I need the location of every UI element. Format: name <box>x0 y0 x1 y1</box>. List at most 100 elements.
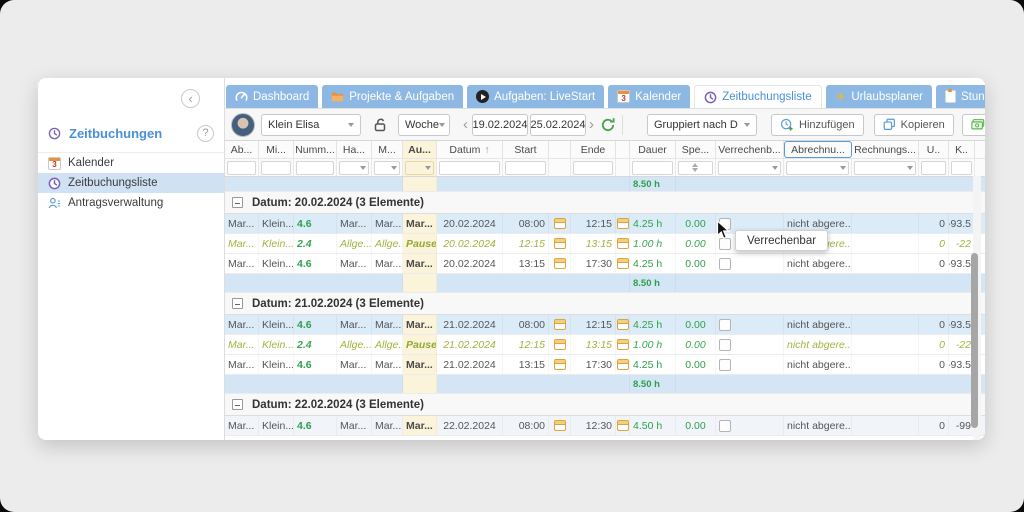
cell-ab[interactable]: Mar... <box>225 335 259 354</box>
cell-spe[interactable]: 0.00 <box>676 234 716 253</box>
cell-datum[interactable]: 21.02.2024 <box>437 315 503 334</box>
cell-rechnungs[interactable] <box>852 315 919 334</box>
cell-au[interactable]: Mar... <box>403 355 437 374</box>
cell-datum[interactable]: 20.02.2024 <box>437 234 503 253</box>
cell-ha[interactable]: Mar... <box>337 315 372 334</box>
cell-ab[interactable]: Mar... <box>225 315 259 334</box>
group-header-row[interactable]: Datum: 21.02.2024 (3 Elemente) <box>225 293 985 315</box>
cell-datum[interactable]: 20.02.2024 <box>437 254 503 273</box>
cell-m[interactable]: Mar... <box>372 214 403 233</box>
cell-calendar[interactable] <box>616 315 630 334</box>
cell-calendar[interactable] <box>616 234 630 253</box>
calendar-icon[interactable] <box>554 218 566 229</box>
copy-button[interactable]: Kopieren <box>874 114 954 136</box>
cell-abrechnung[interactable]: nicht abgere... <box>784 355 852 374</box>
cell-calendar[interactable] <box>549 234 571 253</box>
collapse-group-icon[interactable] <box>232 399 243 410</box>
cell-calendar[interactable] <box>616 416 630 435</box>
cell-au[interactable]: Mar... <box>403 214 437 233</box>
cell-rechnungs[interactable] <box>852 416 919 435</box>
cell-ende[interactable]: 17:30 <box>571 254 616 273</box>
column-header-abrechnung[interactable]: Abrechnu... <box>784 141 852 158</box>
cell-m[interactable]: Allge... <box>372 234 403 253</box>
cell-ende[interactable]: 12:30 <box>571 416 616 435</box>
column-header-ende-picker[interactable] <box>616 141 630 158</box>
calendar-icon[interactable] <box>617 258 629 269</box>
column-header-dauer[interactable]: Dauer <box>630 141 676 158</box>
calendar-icon[interactable] <box>617 319 629 330</box>
calendar-icon[interactable] <box>617 359 629 370</box>
filter-select-ha[interactable] <box>339 161 369 175</box>
filter-select-au[interactable] <box>405 161 434 175</box>
sidebar-item-kalender[interactable]: 3 Kalender <box>38 153 224 173</box>
cell-verrechenbar[interactable] <box>716 416 784 435</box>
tab-aufgaben-livestart[interactable]: Aufgaben: LiveStart <box>467 85 604 108</box>
cell-mi[interactable]: Klein... <box>259 335 294 354</box>
column-header-datum[interactable]: Datum ↑ <box>437 141 503 158</box>
cell-au[interactable]: Mar... <box>403 416 437 435</box>
cell-verrechenbar[interactable] <box>716 315 784 334</box>
cell-ab[interactable]: Mar... <box>225 214 259 233</box>
cell-calendar[interactable] <box>549 254 571 273</box>
cell-abrechnung[interactable]: nicht abgere... <box>784 254 852 273</box>
cell-ha[interactable]: Mar... <box>337 416 372 435</box>
table-row[interactable]: Mar...Klein...2.4Allge...Allge...Pause21… <box>225 335 985 355</box>
cell-start[interactable]: 08:00 <box>503 416 549 435</box>
invoice-button[interactable]: Fakturieren <box>962 114 985 136</box>
cell-datum[interactable]: 21.02.2024 <box>437 355 503 374</box>
cell-spe[interactable]: 0.00 <box>676 416 716 435</box>
cell-calendar[interactable] <box>549 214 571 233</box>
tab-stundenabrechnung[interactable]: Stundenabrechn <box>936 85 985 108</box>
cell-calendar[interactable] <box>549 416 571 435</box>
user-select[interactable]: Klein Elisa <box>261 114 361 136</box>
column-header-nummer[interactable]: Numm... <box>294 141 337 158</box>
unlock-icon[interactable] <box>372 117 388 133</box>
calendar-icon[interactable] <box>554 319 566 330</box>
column-header-spesen[interactable]: Spe... <box>676 141 716 158</box>
filter-input-dauer[interactable] <box>632 161 673 175</box>
date-to-field[interactable]: 25.02.2024 <box>530 114 586 136</box>
add-button[interactable]: Hinzufügen <box>771 114 864 136</box>
cell-dauer[interactable]: 4.25 h <box>630 214 676 233</box>
column-header-ende[interactable]: Ende <box>571 141 616 158</box>
cell-ha[interactable]: Mar... <box>337 214 372 233</box>
group-header-row[interactable]: Datum: 20.02.2024 (3 Elemente) <box>225 192 985 214</box>
cell-start[interactable]: 12:15 <box>503 335 549 354</box>
cell-ab[interactable]: Mar... <box>225 355 259 374</box>
tab-zeitbuchungsliste[interactable]: Zeitbuchungsliste <box>694 85 822 108</box>
column-header-rechnungs[interactable]: Rechnungs... <box>852 141 919 158</box>
cell-dauer[interactable]: 4.50 h <box>630 416 676 435</box>
table-row[interactable]: Mar...Klein...4.6Mar...Mar...Mar...21.02… <box>225 355 985 375</box>
user-avatar[interactable] <box>231 113 255 137</box>
table-row[interactable]: Mar...Klein...4.6Mar...Mar...Mar...21.02… <box>225 315 985 335</box>
filter-input-datum[interactable] <box>439 161 500 175</box>
cell-mi[interactable]: Klein... <box>259 214 294 233</box>
table-row[interactable]: Mar...Klein...4.6Mar...Mar...Mar...20.02… <box>225 254 985 274</box>
calendar-icon[interactable] <box>617 238 629 249</box>
column-header-u[interactable]: U.. <box>919 141 949 158</box>
column-header-ha[interactable]: Ha... <box>337 141 372 158</box>
cell-rechnungs[interactable] <box>852 214 919 233</box>
cell-au[interactable]: Pause <box>403 234 437 253</box>
period-select[interactable]: Woche <box>398 114 450 136</box>
cell-ab[interactable]: Mar... <box>225 416 259 435</box>
prev-week-button[interactable]: ‹ <box>461 115 470 135</box>
cell-numm[interactable]: 4.6 <box>294 315 337 334</box>
cell-mi[interactable]: Klein... <box>259 315 294 334</box>
verrechenbar-checkbox[interactable] <box>719 420 731 432</box>
collapse-group-icon[interactable] <box>232 197 243 208</box>
cell-u[interactable]: 0 <box>919 234 949 253</box>
group-header-row[interactable]: Datum: 22.02.2024 (3 Elemente) <box>225 394 985 416</box>
cell-k[interactable]: -93.5 <box>949 214 975 233</box>
collapse-group-icon[interactable] <box>232 298 243 309</box>
cell-mi[interactable]: Klein... <box>259 355 294 374</box>
cell-datum[interactable]: 21.02.2024 <box>437 335 503 354</box>
cell-rechnungs[interactable] <box>852 234 919 253</box>
cell-ha[interactable]: Mar... <box>337 355 372 374</box>
cell-numm[interactable]: 4.6 <box>294 254 337 273</box>
calendar-icon[interactable] <box>554 359 566 370</box>
verrechenbar-checkbox[interactable] <box>719 319 731 331</box>
cell-calendar[interactable] <box>616 254 630 273</box>
cell-spe[interactable]: 0.00 <box>676 254 716 273</box>
calendar-icon[interactable] <box>554 339 566 350</box>
